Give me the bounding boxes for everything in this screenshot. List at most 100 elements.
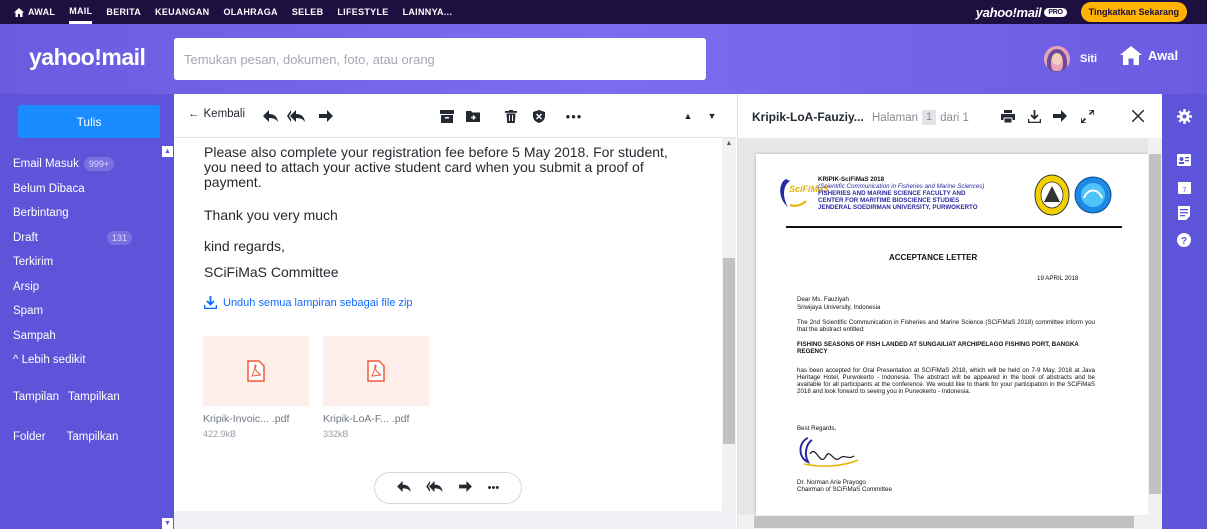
pdf-icon [247,360,265,382]
yahoo-mail-pro-logo[interactable]: yahoo!mail PRO [976,5,1067,20]
more-icon[interactable]: ••• [565,107,583,125]
reply-icon[interactable] [261,107,279,125]
sidebar-item-drafts[interactable]: Draft 131 [0,226,174,251]
attachment-card[interactable]: Kripik-Invoic... .pdf 422.9kB [203,336,309,439]
search-box: ⌄ [174,38,706,80]
home-link[interactable]: Awal [1120,46,1178,65]
signer-role: Chairman of SCiFiMaS Committee [797,486,892,493]
document-viewer: SciFiMaS KRIPIK-SciFiMaS 2018 (Scientifi… [738,138,1162,529]
views-show-button[interactable]: Tampilkan [68,391,120,403]
calendar-icon[interactable]: 7 [1176,179,1192,195]
sidebar-scroll-down[interactable]: ▼ [162,518,173,529]
help-icon[interactable]: ? [1176,232,1192,248]
page-number-input[interactable]: 1 [922,110,937,125]
scroll-thumb[interactable] [754,516,1134,528]
print-icon[interactable] [999,107,1017,125]
next-message-icon[interactable]: ▼ [703,107,721,125]
upgrade-button[interactable]: Tingkatkan Sekarang [1080,2,1187,22]
letterhead-line: CENTER FOR MARITIME BIOSCIENCE STUDIES [818,197,960,204]
spam-shield-icon[interactable] [530,107,548,125]
attachment-size: 332kB [323,429,349,439]
notepad-icon[interactable] [1176,205,1192,221]
message-scrollbar[interactable]: ▲ [722,138,736,511]
close-icon[interactable] [1129,107,1147,125]
nav-item-lifestyle[interactable]: LIFESTYLE [337,7,388,17]
sidebar: Tulis ▲ Email Masuk 999+ Belum Dibaca Be… [0,94,174,529]
download-all-link[interactable]: Unduh semua lampiran sebagai file zip [204,296,413,309]
settings-gear-icon[interactable] [1176,108,1192,124]
message-paragraph: Please also complete your registration f… [204,144,668,190]
nav-item-lainnya[interactable]: LAINNYA... [403,7,453,17]
paper-title: FISHING SEASONS OF FISH LANDED AT SUNGAI… [797,341,1079,355]
nav-item-mail[interactable]: MAIL [69,0,93,24]
nav-item-olahraga[interactable]: OLAHRAGA [223,7,277,17]
contacts-card-icon[interactable] [1176,152,1192,168]
sidebar-item-inbox[interactable]: Email Masuk 999+ [0,152,174,177]
sidebar-item-sent[interactable]: Terkirim [0,250,174,275]
nav-item-label: LAINNYA... [402,7,453,17]
scroll-thumb[interactable] [723,258,735,444]
nav-item-label: KEUANGAN [155,7,210,17]
signer-name: Dr. Norman Arie Prayogo [797,479,866,486]
sidebar-item-starred[interactable]: Berbintang [0,201,174,226]
sidebar-item-show-less[interactable]: ^ Lebih sedikit [0,348,174,373]
message-pane: ← Kembali ••• ▲ ▼ Please also complete y… [174,94,736,529]
sidebar-item-label: Belum Dibaca [13,182,85,195]
folders-section: Folder Tampilkan [13,431,118,443]
arrow-left-icon: ← [188,108,200,120]
message-body: Please also complete your registration f… [174,138,722,511]
sidebar-item-label: Draft [13,231,38,244]
sidebar-item-unread[interactable]: Belum Dibaca [0,177,174,202]
compose-button[interactable]: Tulis [18,105,160,138]
reply-all-icon[interactable] [287,107,305,125]
preview-scrollbar[interactable] [1148,138,1162,529]
archive-icon[interactable] [438,107,456,125]
forward-icon[interactable] [317,107,335,125]
message-toolbar: ← Kembali ••• ▲ ▼ [174,94,736,138]
user-name: Siti [1080,53,1098,65]
reply-icon[interactable] [396,479,411,497]
letterhead-divider [786,226,1122,228]
nav-item-awal[interactable]: AWAL [14,7,55,17]
back-button[interactable]: ← Kembali [188,108,245,120]
folder-show-button[interactable]: Tampilkan [67,431,119,443]
sidebar-item-archive[interactable]: Arsip [0,275,174,300]
home-icon [14,7,24,17]
letterhead-line: FISHERIES AND MARINE SCIENCE FACULTY AND [818,190,966,197]
nav-item-seleb[interactable]: SELEB [292,7,324,17]
letterhead-line: (Scientific Communication in Fisheries a… [818,183,985,190]
more-icon[interactable]: ••• [488,482,500,494]
scroll-thumb[interactable] [1149,154,1161,494]
pdf-icon [367,360,385,382]
message-horizontal-scrollbar[interactable] [174,511,736,529]
folder-label: Folder [13,431,46,443]
reply-all-icon[interactable] [426,479,444,497]
yahoo-mail-logo[interactable]: yahoo!mail [29,44,146,71]
sidebar-item-spam[interactable]: Spam [0,299,174,324]
letter-body: has been accepted for Oral Presentation … [797,367,1095,395]
user-menu[interactable]: Siti [1044,46,1097,72]
trash-icon[interactable] [502,107,520,125]
download-icon[interactable] [1025,107,1043,125]
attachment-name: Kripik-Invoic... .pdf [203,413,290,425]
preview-horizontal-scrollbar[interactable] [738,515,1148,529]
attachment-card[interactable]: Kripik-LoA-F... .pdf 332kB [323,336,429,439]
nav-item-label: LIFESTYLE [337,7,389,17]
sidebar-item-trash[interactable]: Sampah [0,324,174,349]
move-folder-icon[interactable] [464,107,482,125]
nav-item-label: OLAHRAGA [223,7,278,17]
page-label: Halaman [872,111,919,124]
search-input[interactable] [174,38,624,80]
sidebar-item-label: Email Masuk [13,158,79,171]
salutation: Dear Ms. Fauziyah [797,296,849,303]
letterhead-line: KRIPIK-SciFiMaS 2018 [818,176,885,183]
attachment-preview-pane: Kripik-LoA-Fauziy... Halaman 1 dari 1 Sc… [737,94,1162,529]
forward-icon[interactable] [459,479,472,497]
letter-title: ACCEPTANCE LETTER [889,253,978,262]
expand-icon[interactable] [1078,107,1096,125]
scroll-up-arrow[interactable]: ▲ [722,140,736,147]
previous-message-icon[interactable]: ▲ [679,107,697,125]
nav-item-berita[interactable]: BERITA [106,7,141,17]
nav-item-keuangan[interactable]: KEUANGAN [155,7,209,17]
forward-icon[interactable] [1051,107,1069,125]
